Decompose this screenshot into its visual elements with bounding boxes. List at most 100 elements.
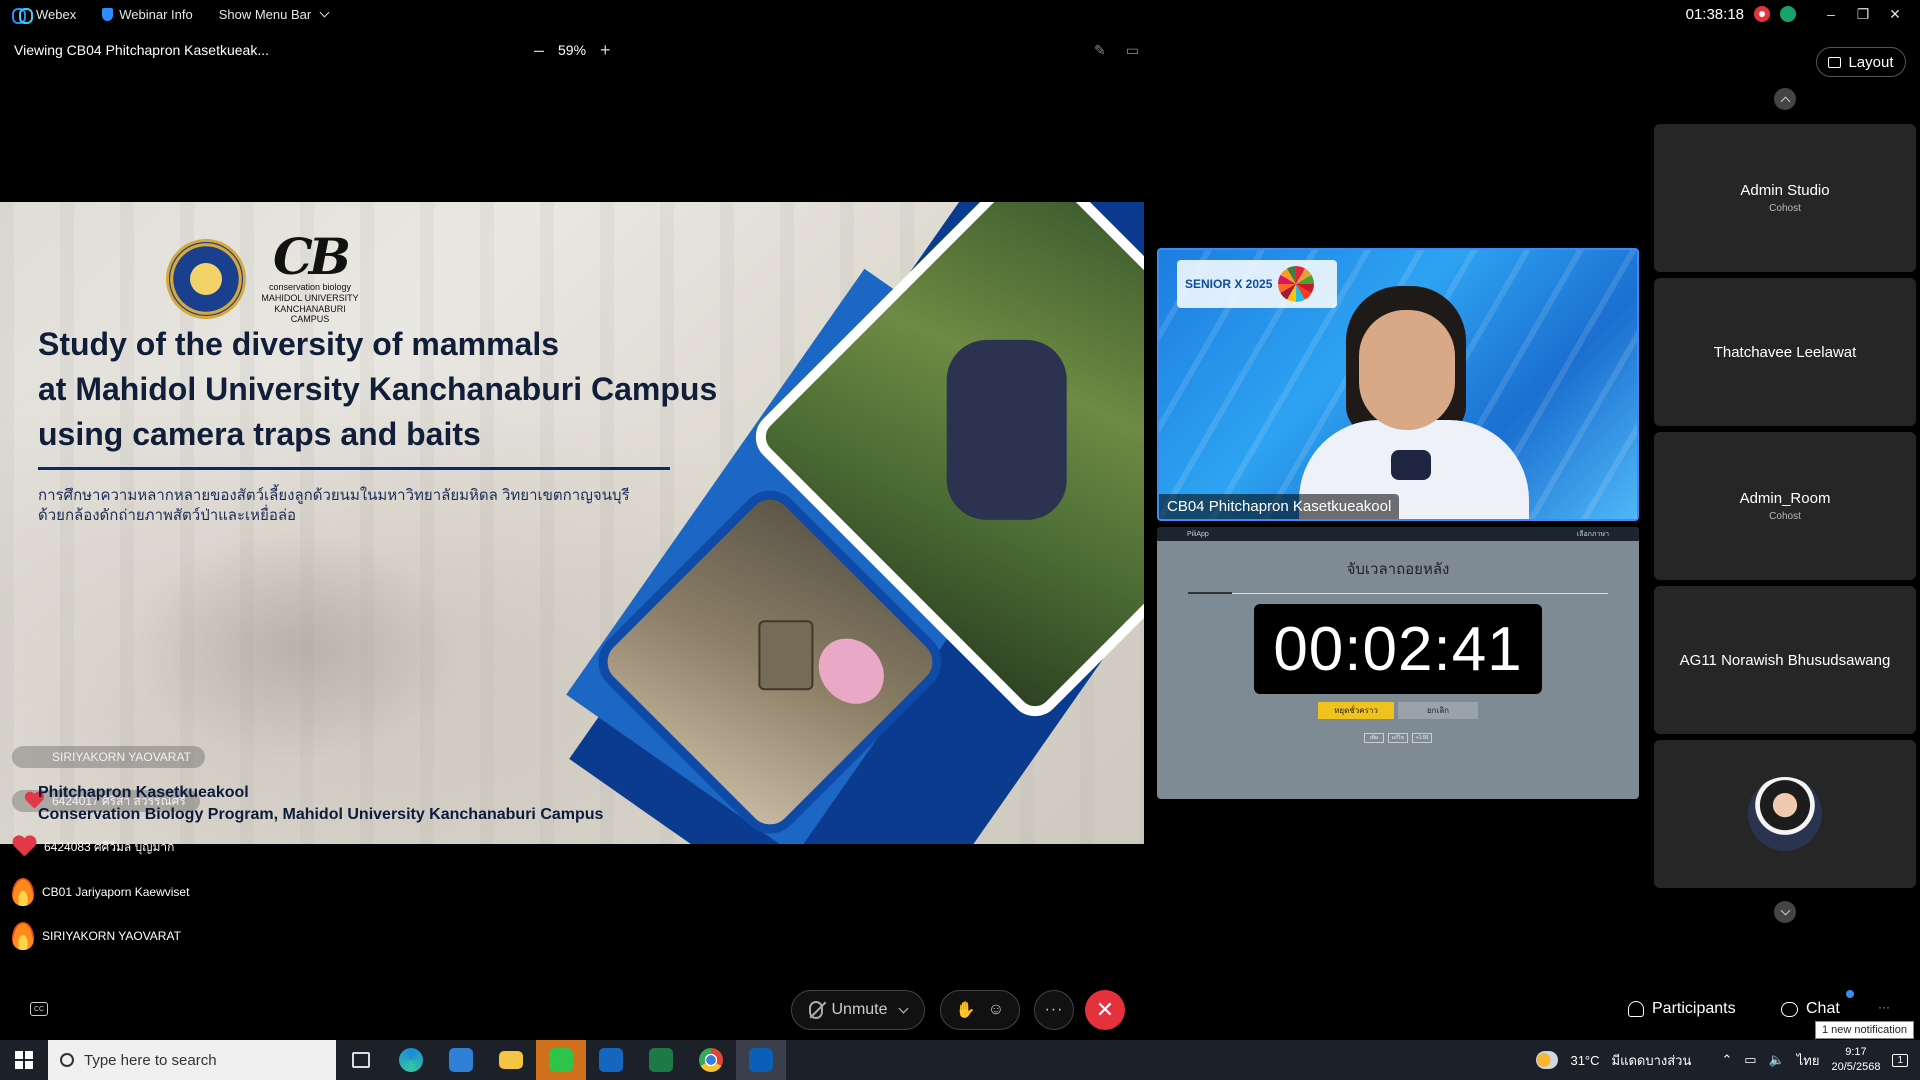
timer-share-tile[interactable]: PiliApp เลือกภาษา จับเวลาถอยหลัง 00:02:4…	[1157, 527, 1639, 799]
webex-menu[interactable]: Webex	[12, 7, 76, 24]
participant-tile[interactable]: AG11 Norawish Bhusudsawang	[1654, 586, 1916, 734]
recording-icon[interactable]	[1754, 6, 1770, 22]
taskbar-search-placeholder: Type here to search	[84, 1051, 217, 1069]
camera-trap	[758, 620, 814, 691]
cb-logo-sub1: conservation biology	[268, 282, 352, 292]
show-menu-bar-label: Show Menu Bar	[218, 6, 312, 22]
participants-button[interactable]: Participants	[1628, 1000, 1736, 1018]
taskbar-search[interactable]: Type here to search	[48, 1040, 336, 1080]
author-program: Conservation Biology Program, Mahidol Un…	[38, 806, 604, 823]
windows-logo-icon	[15, 1051, 23, 1059]
captions-icon[interactable]: CC	[30, 1002, 48, 1016]
timer-small-buttons: เพิ่ม แก้ไข +1:00	[1157, 733, 1639, 743]
slide-title: Study of the diversity of mammals at Mah…	[38, 322, 798, 457]
network-icon[interactable]: ▭	[1744, 1052, 1756, 1068]
timer-app-bar: PiliApp เลือกภาษา	[1157, 527, 1639, 541]
participants-icon	[1628, 1001, 1644, 1017]
show-menu-bar-button[interactable]: Show Menu Bar	[218, 6, 330, 22]
outlook-icon[interactable]	[586, 1040, 636, 1080]
system-tray: 31°C มีแดดบางส่วน ⌃ ▭ 🔈 ไทย 9:17 20/5/25…	[1536, 1040, 1920, 1080]
participant-tile[interactable]: Thatchavee Leelawat	[1654, 278, 1916, 426]
task-view-icon[interactable]	[336, 1040, 386, 1080]
speaker-face	[1359, 310, 1455, 430]
webex-logo-icon	[12, 8, 33, 24]
participant-name: Thatchavee Leelawat	[1713, 343, 1857, 361]
weather-temp: 31°C	[1570, 1052, 1600, 1068]
active-speaker-video[interactable]: SENIOR X 2025 CB04 Phitchapron Kasetkuea…	[1157, 248, 1639, 521]
chat-label: Chat	[1806, 1000, 1840, 1017]
leave-meeting-button[interactable]: ✕	[1085, 990, 1125, 1030]
heart-icon	[12, 836, 36, 858]
windows-taskbar: Type here to search 31°C มีแดดบางส่วน ⌃ …	[0, 1040, 1920, 1080]
cb-logo-sub2: MAHIDOL UNIVERSITY	[261, 292, 359, 303]
elapsed-time: 01:38:18	[1685, 5, 1744, 23]
windows-logo-icon	[15, 1061, 23, 1069]
more-panel-icon[interactable]: ···	[1878, 1000, 1890, 1014]
timer-small-button[interactable]: แก้ไข	[1388, 733, 1408, 743]
store-icon[interactable]	[436, 1040, 486, 1080]
zoom-out-button[interactable]: –	[534, 40, 544, 61]
view-tools: ✎ ▭	[1094, 42, 1139, 59]
reaction-name: 6424083 ศศิวิมล บุญมาก	[44, 839, 175, 854]
photo-hat	[805, 625, 898, 718]
close-window-button[interactable]: ✕	[1884, 6, 1906, 23]
senior-x-banner: SENIOR X 2025	[1177, 260, 1337, 308]
line-icon[interactable]	[536, 1040, 586, 1080]
timer-cancel-button[interactable]: ยกเลิก	[1398, 702, 1478, 719]
edge-icon[interactable]	[386, 1040, 436, 1080]
screen-icon[interactable]: ▭	[1126, 42, 1139, 59]
timer-small-button[interactable]: เพิ่ม	[1364, 733, 1384, 743]
connection-status-icon[interactable]	[1780, 6, 1796, 22]
title-bar-right: 01:38:18 – ❐ ✕	[1686, 0, 1920, 28]
slide-title-line2: at Mahidol University Kanchanaburi Campu…	[38, 371, 718, 407]
annotate-icon[interactable]: ✎	[1094, 42, 1106, 59]
slide-author: Phitchapron Kasetkueakool Conservation B…	[38, 782, 603, 826]
webinar-info-label: Webinar Info	[119, 6, 193, 22]
taskbar-date: 20/5/2568	[1831, 1061, 1881, 1073]
slide-divider	[38, 467, 670, 470]
participant-tile[interactable]: Admin_Room Cohost	[1654, 432, 1916, 580]
layout-button[interactable]: Layout	[1816, 47, 1906, 77]
scroll-up-button[interactable]	[1774, 88, 1796, 110]
reaction-overlay-1-name: SIRIYAKORN YAOVARAT	[52, 750, 191, 764]
more-options-button[interactable]: ···	[1034, 990, 1074, 1030]
search-icon	[60, 1053, 74, 1067]
raise-hand-icon[interactable]: ✋	[956, 1000, 976, 1020]
sdg-wheel-icon	[1278, 266, 1315, 302]
countdown-display: 00:02:41	[1254, 604, 1542, 694]
webinar-info-button[interactable]: Webinar Info	[102, 6, 193, 22]
participant-tile[interactable]: Admin Studio Cohost	[1654, 124, 1916, 272]
reaction-item: SIRIYAKORN YAOVARAT	[12, 922, 181, 950]
zoom-in-button[interactable]: +	[600, 40, 611, 61]
scroll-down-button[interactable]	[1774, 901, 1796, 923]
slide-title-line3: using camera traps and baits	[38, 416, 481, 452]
taskbar-clock[interactable]: 9:17 20/5/2568	[1832, 1045, 1881, 1075]
chat-button[interactable]: Chat	[1781, 1000, 1840, 1018]
file-explorer-icon[interactable]	[486, 1040, 536, 1080]
weather-desc: มีแดดบางส่วน	[1611, 1052, 1692, 1068]
volume-icon[interactable]: 🔈	[1769, 1052, 1785, 1068]
language-indicator[interactable]: ไทย	[1797, 1050, 1820, 1071]
chrome-icon[interactable]	[686, 1040, 736, 1080]
weather-icon[interactable]	[1536, 1051, 1559, 1069]
hand-reaction-group: ✋ ☺	[940, 990, 1020, 1030]
timer-small-button[interactable]: +1:00	[1412, 733, 1432, 743]
minimize-button[interactable]: –	[1820, 6, 1842, 22]
restore-button[interactable]: ❐	[1852, 6, 1874, 23]
reaction-item: CB01 Jariyaporn Kaewviset	[12, 878, 189, 906]
start-button[interactable]	[0, 1040, 48, 1080]
title-bar: Webex Webinar Info Show Menu Bar 01:38:1…	[0, 0, 1920, 28]
notification-center-icon[interactable]: 1	[1892, 1053, 1908, 1067]
reaction-icon[interactable]: ☺	[988, 1001, 1004, 1019]
timer-app-label: PiliApp	[1187, 530, 1209, 538]
chevron-up-icon[interactable]: ⌃	[1721, 1052, 1732, 1068]
timer-pause-button[interactable]: หยุดชั่วคราว	[1318, 702, 1394, 719]
unmute-button[interactable]: Unmute	[791, 990, 925, 1030]
excel-icon[interactable]	[636, 1040, 686, 1080]
participant-name: Admin_Room	[1739, 490, 1831, 507]
timer-divider	[1188, 592, 1608, 594]
timer-buttons: หยุดชั่วคราว ยกเลิก	[1157, 702, 1639, 719]
chevron-down-icon[interactable]	[898, 1003, 908, 1013]
webex-taskbar-icon[interactable]	[736, 1040, 786, 1080]
participant-tile[interactable]	[1654, 740, 1916, 888]
